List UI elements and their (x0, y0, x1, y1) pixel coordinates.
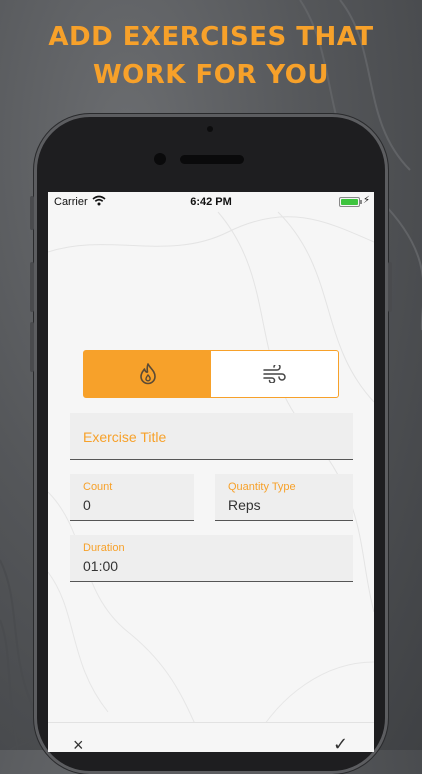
battery-tip (360, 200, 362, 204)
count-value: 0 (83, 497, 91, 513)
screen-contours (48, 211, 374, 752)
count-label: Count (83, 481, 113, 493)
charging-bolt-icon: ⚡ (363, 195, 371, 206)
headline-line-2: WORK FOR YOU (92, 60, 330, 90)
quantity-type-value: Reps (228, 497, 261, 513)
flame-icon (139, 363, 156, 385)
mute-switch (30, 196, 34, 230)
front-camera (154, 153, 166, 165)
headline-line-1: ADD EXERCISES THAT (48, 22, 374, 52)
exercise-type-toggle[interactable] (83, 350, 339, 398)
bottom-action-bar: × ✓ (48, 722, 374, 752)
toggle-option-cardio[interactable] (211, 351, 338, 397)
quantity-type-label: Quantity Type (228, 481, 296, 493)
status-bar: Carrier 6:42 PM ⚡ (48, 192, 374, 212)
duration-label: Duration (83, 542, 125, 554)
volume-up-button (30, 262, 34, 312)
power-button (388, 262, 392, 312)
exercise-title-input[interactable]: Exercise Title (70, 413, 353, 460)
volume-down-button (30, 322, 34, 372)
quantity-type-field[interactable]: Quantity Type Reps (215, 474, 353, 521)
duration-value: 01:00 (83, 558, 119, 574)
status-time: 6:42 PM (190, 196, 232, 208)
exercise-title-placeholder: Exercise Title (83, 429, 167, 445)
confirm-check-icon[interactable]: ✓ (333, 735, 348, 752)
toggle-option-strength[interactable] (84, 351, 211, 397)
earpiece-speaker (180, 155, 244, 164)
battery-level-fill (341, 199, 358, 205)
battery-icon (339, 197, 360, 207)
count-field[interactable]: Count 0 (70, 474, 194, 521)
wind-icon (262, 365, 286, 383)
duration-field[interactable]: Duration 01:00 (70, 535, 353, 582)
proximity-sensor (207, 126, 213, 132)
promo-headline: ADD EXERCISES THAT WORK FOR YOU (0, 18, 422, 94)
app-screen: Carrier 6:42 PM ⚡ Exercise Title Count 0… (48, 192, 374, 752)
